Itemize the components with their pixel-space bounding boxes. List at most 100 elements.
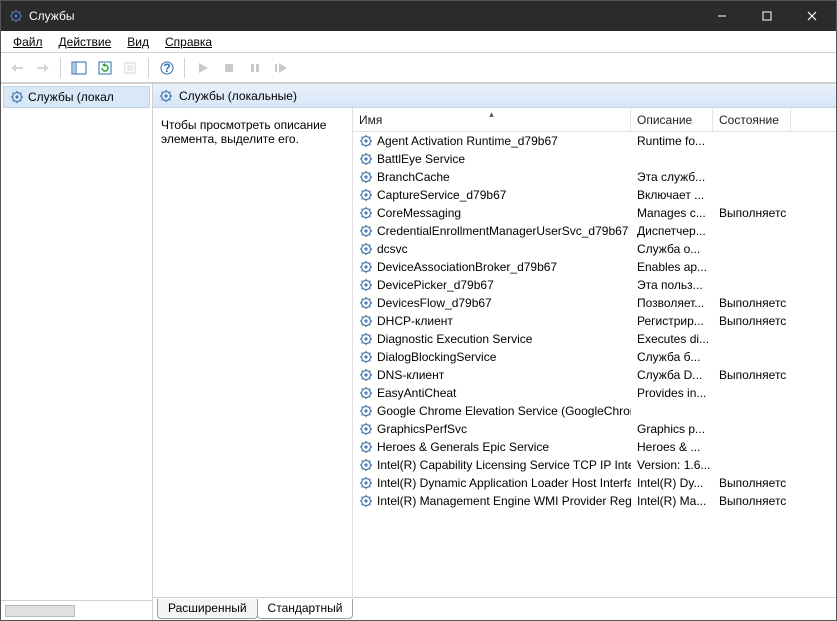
show-hide-tree-button[interactable] <box>67 56 90 79</box>
cell-state: Выполняетс <box>713 494 791 508</box>
cell-name: Intel(R) Dynamic Application Loader Host… <box>353 476 631 490</box>
gear-icon <box>359 296 373 310</box>
cell-name: BattlEye Service <box>353 152 631 166</box>
cell-state: Выполняетс <box>713 296 791 310</box>
colheader-state[interactable]: Состояние <box>713 108 791 131</box>
gear-icon <box>359 134 373 148</box>
table-row[interactable]: Intel(R) Capability Licensing Service TC… <box>353 456 836 474</box>
column-headers: Имя ▴ Описание Состояние <box>353 108 836 132</box>
gear-icon <box>359 386 373 400</box>
help-button[interactable]: ? <box>155 56 178 79</box>
cell-name: CaptureService_d79b67 <box>353 188 631 202</box>
table-row[interactable]: CaptureService_d79b67Включает ... <box>353 186 836 204</box>
view-tabs: Расширенный Стандартный <box>153 597 836 619</box>
cell-state: Выполняетс <box>713 368 791 382</box>
table-row[interactable]: Google Chrome Elevation Service (GoogleC… <box>353 402 836 420</box>
detail-header-title: Службы (локальные) <box>179 89 297 103</box>
table-row[interactable]: CredentialEnrollmentManagerUserSvc_d79b6… <box>353 222 836 240</box>
cell-description: Heroes & ... <box>631 440 713 454</box>
table-row[interactable]: Intel(R) Dynamic Application Loader Host… <box>353 474 836 492</box>
tab-extended[interactable]: Расширенный <box>157 599 258 619</box>
cell-name: DialogBlockingService <box>353 350 631 364</box>
cell-description: Диспетчер... <box>631 224 713 238</box>
cell-description: Служба б... <box>631 350 713 364</box>
tab-standard[interactable]: Стандартный <box>257 599 354 619</box>
cell-state: Выполняетс <box>713 314 791 328</box>
table-row[interactable]: Intel(R) Management Engine WMI Provider … <box>353 492 836 510</box>
gear-icon <box>359 440 373 454</box>
services-list: Имя ▴ Описание Состояние Agent Activatio… <box>353 108 836 598</box>
cell-name: Google Chrome Elevation Service (GoogleC… <box>353 404 631 418</box>
table-row[interactable]: DevicePicker_d79b67Эта польз... <box>353 276 836 294</box>
cell-name: Intel(R) Capability Licensing Service TC… <box>353 458 631 472</box>
nav-item-services-local[interactable]: Службы (локал <box>3 86 150 108</box>
cell-description: Позволяет... <box>631 296 713 310</box>
cell-name: DevicePicker_d79b67 <box>353 278 631 292</box>
cell-name: GraphicsPerfSvc <box>353 422 631 436</box>
cell-description: Служба D... <box>631 368 713 382</box>
table-row[interactable]: CoreMessagingManages c...Выполняетс <box>353 204 836 222</box>
cell-name: BranchCache <box>353 170 631 184</box>
cell-description: Включает ... <box>631 188 713 202</box>
toolbar-separator <box>148 58 149 78</box>
gear-icon <box>359 206 373 220</box>
cell-name: CoreMessaging <box>353 206 631 220</box>
table-row[interactable]: Agent Activation Runtime_d79b67Runtime f… <box>353 132 836 150</box>
cell-description: Runtime fo... <box>631 134 713 148</box>
cell-description: Graphics p... <box>631 422 713 436</box>
close-button[interactable] <box>789 1 834 31</box>
table-row[interactable]: GraphicsPerfSvcGraphics p... <box>353 420 836 438</box>
table-row[interactable]: DialogBlockingServiceСлужба б... <box>353 348 836 366</box>
gear-icon <box>359 242 373 256</box>
refresh-button[interactable] <box>93 56 116 79</box>
table-row[interactable]: dcsvcСлужба о... <box>353 240 836 258</box>
cell-name: CredentialEnrollmentManagerUserSvc_d79b6… <box>353 224 631 238</box>
colheader-description[interactable]: Описание <box>631 108 713 131</box>
maximize-button[interactable] <box>744 1 789 31</box>
table-row[interactable]: DNS-клиентСлужба D...Выполняетс <box>353 366 836 384</box>
toolbar: ? <box>1 53 836 83</box>
cell-description: Эта служб... <box>631 170 713 184</box>
table-row[interactable]: Heroes & Generals Epic ServiceHeroes & .… <box>353 438 836 456</box>
app-icon <box>9 9 23 23</box>
gear-icon <box>359 170 373 184</box>
gear-icon <box>359 332 373 346</box>
menu-help[interactable]: Справка <box>157 33 220 51</box>
cell-description: Manages c... <box>631 206 713 220</box>
svg-text:?: ? <box>163 61 170 75</box>
nav-hscrollbar[interactable] <box>1 600 152 620</box>
table-row[interactable]: DHCP-клиентРегистрир...Выполняетс <box>353 312 836 330</box>
gear-icon <box>359 260 373 274</box>
table-row[interactable]: DeviceAssociationBroker_d79b67Enables ap… <box>353 258 836 276</box>
table-row[interactable]: Diagnostic Execution ServiceExecutes di.… <box>353 330 836 348</box>
menu-action[interactable]: Действие <box>51 33 120 51</box>
nav-item-label: Службы (локал <box>28 90 114 104</box>
menu-view[interactable]: Вид <box>119 33 157 51</box>
window-title: Службы <box>29 9 699 23</box>
colheader-name[interactable]: Имя ▴ <box>353 108 631 131</box>
cell-description: Intel(R) Dy... <box>631 476 713 490</box>
titlebar: Службы <box>1 1 836 31</box>
gear-icon <box>359 350 373 364</box>
table-row[interactable]: BranchCacheЭта служб... <box>353 168 836 186</box>
table-row[interactable]: EasyAntiCheatProvides in... <box>353 384 836 402</box>
cell-name: DeviceAssociationBroker_d79b67 <box>353 260 631 274</box>
cell-description: Executes di... <box>631 332 713 346</box>
restart-service-button <box>269 56 292 79</box>
body: Службы (локал Службы (локальные) Чтобы п… <box>1 83 836 620</box>
cell-name: Intel(R) Management Engine WMI Provider … <box>353 494 631 508</box>
table-row[interactable]: BattlEye Service <box>353 150 836 168</box>
cell-name: dcsvc <box>353 242 631 256</box>
cell-description: Регистрир... <box>631 314 713 328</box>
cell-name: EasyAntiCheat <box>353 386 631 400</box>
menu-file[interactable]: Файл <box>5 33 51 51</box>
pause-service-button <box>243 56 266 79</box>
gear-icon <box>359 458 373 472</box>
table-row[interactable]: DevicesFlow_d79b67Позволяет...Выполняетс <box>353 294 836 312</box>
toolbar-separator <box>60 58 61 78</box>
minimize-button[interactable] <box>699 1 744 31</box>
detail-body: Чтобы просмотреть описание элемента, выд… <box>153 108 836 598</box>
back-button <box>5 56 28 79</box>
cell-state: Выполняетс <box>713 476 791 490</box>
cell-description: Version: 1.6... <box>631 458 713 472</box>
